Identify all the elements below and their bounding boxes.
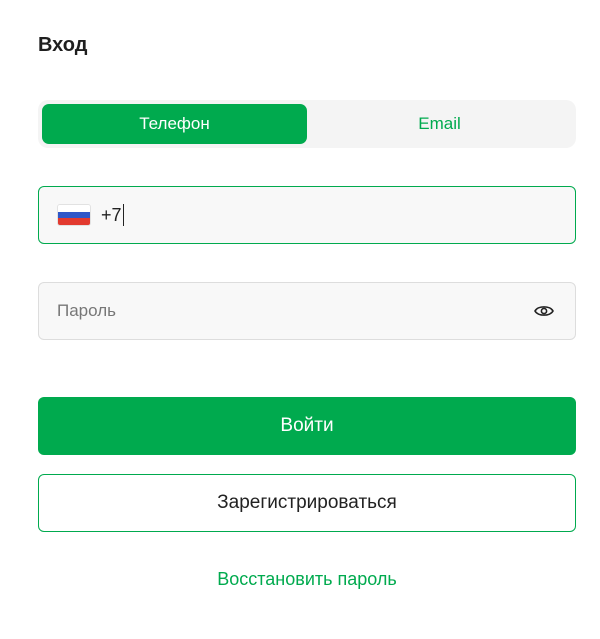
password-placeholder: Пароль <box>57 301 116 320</box>
login-page: Вход Телефон Email +7 Пароль Войти Зарег… <box>0 0 600 639</box>
tab-phone[interactable]: Телефон <box>42 104 307 144</box>
ru-flag-icon[interactable] <box>57 204 91 226</box>
eye-icon[interactable] <box>533 300 555 322</box>
login-button[interactable]: Войти <box>38 397 576 455</box>
password-input[interactable]: Пароль <box>38 282 576 340</box>
text-caret <box>122 204 125 226</box>
phone-value: +7 <box>101 204 122 225</box>
login-method-tabs: Телефон Email <box>38 100 576 148</box>
phone-input[interactable]: +7 <box>38 186 576 244</box>
restore-password-link[interactable]: Восстановить пароль <box>0 569 600 590</box>
tab-email[interactable]: Email <box>307 104 572 144</box>
register-button[interactable]: Зарегистрироваться <box>38 474 576 532</box>
page-title: Вход <box>38 34 88 56</box>
